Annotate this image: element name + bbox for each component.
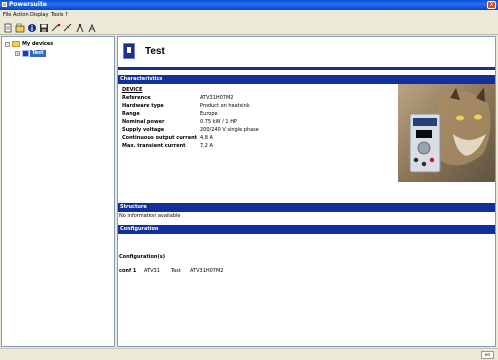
config-label: Test (171, 268, 181, 274)
expand-icon[interactable]: + (15, 50, 20, 56)
row-value: 7,2 A (200, 143, 213, 149)
row-value: ATV31H07M2 (200, 95, 234, 101)
menu-help[interactable]: ? (65, 12, 68, 19)
info-icon[interactable] (27, 23, 37, 33)
menu-display[interactable]: Display (30, 12, 48, 19)
language-indicator[interactable]: en (481, 351, 494, 359)
section-structure: Structure (118, 203, 495, 212)
disconnect-icon[interactable] (63, 23, 73, 33)
configurations-heading: Configuration(s) (119, 254, 165, 260)
row-label: Range (122, 111, 140, 117)
header-divider (118, 67, 495, 70)
device-tree: - My devices + Test (1, 36, 115, 347)
row-value: 200/240 V single phase (200, 127, 259, 133)
row-label: Reference (122, 95, 151, 101)
tree-root-label: My devices (22, 41, 54, 47)
close-button[interactable]: x (487, 1, 496, 9)
device-details: Test Characteristics DEVICE Reference AT… (117, 36, 496, 347)
new-icon[interactable] (3, 23, 13, 33)
window-title: Powersuite (9, 1, 47, 8)
tree-item-test[interactable]: + Test (15, 49, 46, 57)
drive-icon (123, 43, 135, 59)
device-header: Test (118, 37, 495, 67)
tree-root[interactable]: - My devices (5, 40, 53, 48)
row-value: 0.75 kW / 1 HP (200, 119, 237, 125)
row-label: Continuous output current (122, 135, 198, 141)
config-name: conf 1 (119, 268, 137, 274)
tree-item-label: Test (30, 49, 46, 57)
app-icon (2, 2, 7, 7)
row-value: Product on heatsink (200, 103, 250, 109)
device-title: Test (145, 46, 165, 57)
run-icon[interactable] (75, 23, 85, 33)
device-icon (22, 49, 29, 57)
menu-file[interactable]: File (3, 12, 11, 19)
config-reference: ATV31H07M2 (190, 268, 224, 274)
connect-icon[interactable] (51, 23, 61, 33)
menu-bar: File Action Display Tools ? (0, 10, 498, 21)
menu-action[interactable]: Action (13, 12, 29, 19)
title-bar: Powersuite x (0, 0, 498, 10)
section-configuration: Configuration (118, 225, 495, 234)
row-label: Supply voltage (122, 127, 165, 133)
product-photo (398, 84, 495, 182)
menu-tools[interactable]: Tools (51, 12, 63, 19)
row-label: Max. transient current (122, 143, 186, 149)
toolbar (0, 21, 498, 35)
section-characteristics: Characteristics (118, 75, 495, 84)
folder-icon (12, 41, 20, 47)
save-icon[interactable] (39, 23, 49, 33)
characteristics-heading: DEVICE (122, 87, 143, 93)
row-label: Hardware type (122, 103, 164, 109)
open-icon[interactable] (15, 23, 25, 33)
config-range: ATV31 (144, 268, 160, 274)
collapse-icon[interactable]: - (5, 41, 10, 47)
structure-text: No information available (119, 213, 181, 219)
stop-icon[interactable] (87, 23, 97, 33)
status-bar: en (0, 348, 498, 360)
row-value: 4,8 A (200, 135, 213, 141)
row-value: Europe (200, 111, 218, 117)
row-label: Nominal power (122, 119, 165, 125)
